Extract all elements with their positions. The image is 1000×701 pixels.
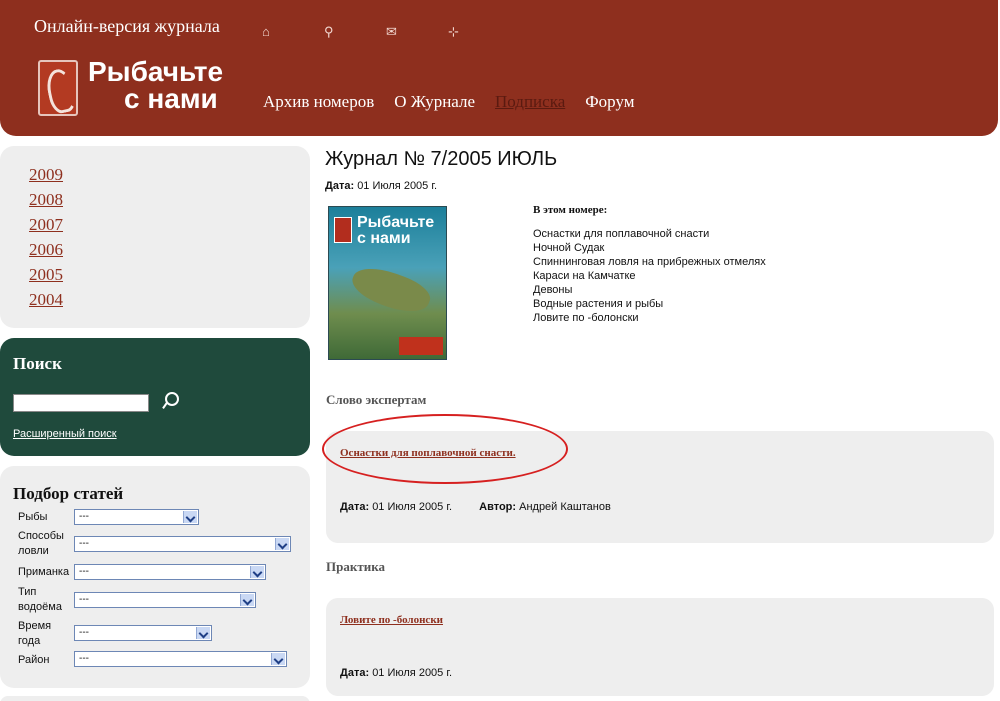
article-meta: Дата: 01 Июля 2005 г. Автор: Андрей Кашт…: [340, 501, 611, 513]
article-card: Ловите по -болонски Дата: 01 Июля 2005 г…: [326, 598, 994, 696]
article-filter-panel: Подбор статей Рыбы --- Способы ловли ---…: [0, 466, 310, 688]
season-select[interactable]: ---: [74, 625, 212, 641]
search-icon[interactable]: [160, 390, 180, 412]
author-label: Автор:: [479, 501, 517, 513]
filter-label-method: Способы ловли: [18, 530, 64, 557]
list-item: Спиннинговая ловля на прибрежных отмелях: [533, 256, 766, 268]
section-heading-practice: Практика: [326, 559, 386, 574]
home-icon[interactable]: ⌂: [262, 24, 324, 40]
chevron-down-icon: [275, 538, 289, 550]
list-item: Девоны: [533, 284, 573, 296]
bait-select[interactable]: ---: [74, 564, 266, 580]
select-value: ---: [79, 566, 89, 577]
article-link[interactable]: Ловите по -болонски: [340, 614, 443, 626]
brand-line-2: с нами: [124, 83, 218, 114]
list-item: Ночной Судак: [533, 242, 605, 254]
select-value: ---: [79, 653, 89, 664]
search-title: Поиск: [13, 354, 62, 373]
in-issue-heading: В этом номере:: [533, 204, 608, 216]
sidebar-next-panel: [0, 696, 310, 701]
year-link[interactable]: 2005: [29, 265, 63, 284]
date-value: 01 Июля 2005 г.: [372, 667, 453, 679]
top-icons: ⌂ ⚲ ✉ ⊹: [262, 24, 510, 40]
highlight-circle: [322, 414, 568, 484]
filter-label-water: Тип водоёма: [18, 586, 62, 613]
nav-forum[interactable]: Форум: [585, 92, 634, 112]
year-link[interactable]: 2009: [29, 165, 63, 184]
date-label: Дата:: [340, 501, 370, 513]
cover-logo-icon: [334, 217, 352, 243]
search-panel: Поиск Расширенный поиск: [0, 338, 310, 456]
magazine-cover-image[interactable]: Рыбачьте с нами: [328, 206, 447, 360]
issue-date: Дата: 01 Июля 2005 г.: [325, 180, 437, 192]
list-item: Водные растения и рыбы: [533, 298, 664, 310]
site-header: Онлайн-версия журнала ⌂ ⚲ ✉ ⊹ Рыбачьте с…: [0, 0, 998, 136]
method-select[interactable]: ---: [74, 536, 291, 552]
year-link[interactable]: 2004: [29, 290, 63, 309]
author-value: Андрей Каштанов: [519, 501, 611, 513]
select-value: ---: [79, 511, 89, 522]
nav-subscription[interactable]: Подписка: [495, 92, 565, 112]
list-item: Оснастки для поплавочной снасти: [533, 228, 710, 240]
nav-archive[interactable]: Архив номеров: [263, 92, 374, 112]
tagline: Онлайн-версия журнала: [34, 16, 220, 36]
logo-icon[interactable]: [38, 60, 78, 116]
page-title: Журнал № 7/2005 ИЮЛЬ: [325, 148, 558, 170]
years-panel: 2009 2008 2007 2006 2005 2004: [0, 146, 310, 328]
filter-label-region: Район: [18, 654, 50, 666]
cover-badge: [399, 337, 443, 355]
list-item: Ловите по -болонски: [533, 312, 639, 324]
year-link[interactable]: 2008: [29, 190, 63, 209]
date-value: 01 Июля 2005 г.: [357, 180, 438, 192]
date-label: Дата:: [325, 180, 355, 192]
date-value: 01 Июля 2005 г.: [372, 501, 453, 513]
filter-title: Подбор статей: [13, 484, 124, 503]
section-heading-experts: Слово экспертам: [326, 392, 427, 407]
select-value: ---: [79, 627, 89, 638]
year-link[interactable]: 2007: [29, 215, 63, 234]
chevron-down-icon: [250, 566, 264, 578]
brand-logo-text[interactable]: Рыбачьте с нами: [88, 58, 223, 114]
region-select[interactable]: ---: [74, 651, 287, 667]
cover-title: Рыбачьте с нами: [357, 214, 435, 247]
nav-about[interactable]: О Журнале: [394, 92, 475, 112]
list-item: Караси на Камчатке: [533, 270, 636, 282]
select-value: ---: [79, 538, 89, 549]
select-value: ---: [79, 594, 89, 605]
search-input[interactable]: [13, 394, 149, 412]
chevron-down-icon: [183, 511, 197, 523]
filter-label-bait: Приманка: [18, 566, 70, 578]
fish-illustration: [347, 260, 435, 320]
search-icon[interactable]: ⚲: [324, 24, 386, 40]
chevron-down-icon: [271, 653, 285, 665]
article-meta: Дата: 01 Июля 2005 г.: [340, 667, 452, 679]
filter-label-fish: Рыбы: [18, 511, 48, 523]
water-type-select[interactable]: ---: [74, 592, 256, 608]
filter-label-season: Время года: [18, 620, 52, 647]
chevron-down-icon: [240, 594, 254, 606]
mail-icon[interactable]: ✉: [386, 24, 448, 40]
advanced-search-link[interactable]: Расширенный поиск: [13, 428, 117, 440]
date-label: Дата:: [340, 667, 370, 679]
sitemap-icon[interactable]: ⊹: [448, 24, 510, 40]
fish-select[interactable]: ---: [74, 509, 199, 525]
main-nav: Архив номеров О Журнале Подписка Форум: [263, 92, 635, 112]
year-list: 2009 2008 2007 2006 2005 2004: [29, 162, 63, 312]
in-issue-list: Оснастки для поплавочной снасти Ночной С…: [533, 227, 766, 325]
year-link[interactable]: 2006: [29, 240, 63, 259]
chevron-down-icon: [196, 627, 210, 639]
